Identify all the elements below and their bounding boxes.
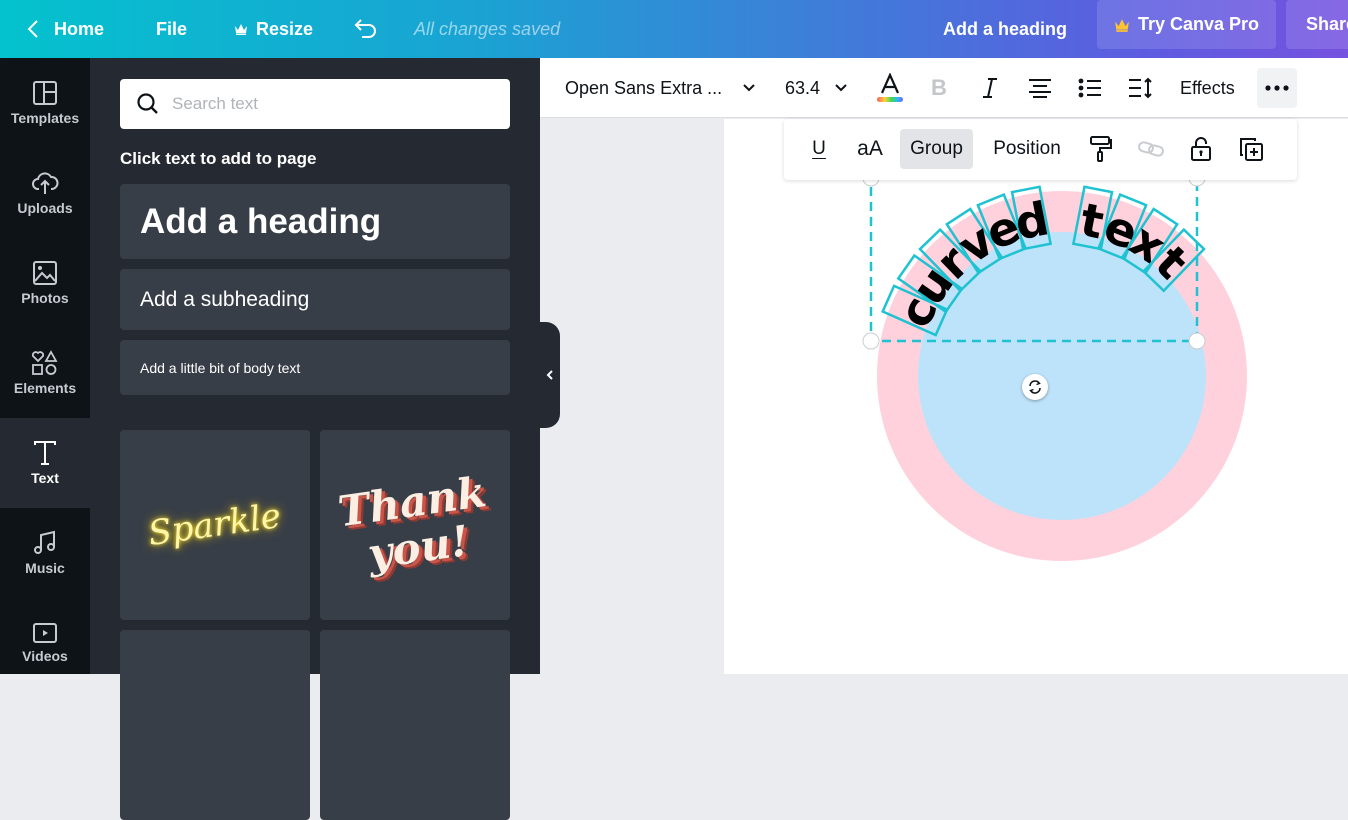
rotate-icon	[1029, 380, 1041, 394]
position-button[interactable]: Position	[987, 129, 1067, 169]
letter-case-button[interactable]: aA	[854, 129, 886, 169]
group-button[interactable]: Group	[900, 129, 973, 169]
design-canvas[interactable]: curved text	[0, 0, 1348, 674]
rotate-handle[interactable]	[1022, 374, 1048, 400]
resize-handle-bottom-right[interactable]	[1188, 332, 1206, 350]
floating-toolbar: U aA Group Position	[784, 119, 1297, 180]
unlock-icon	[1191, 137, 1211, 161]
duplicate-button[interactable]	[1236, 129, 1266, 169]
paint-roller-icon	[1090, 136, 1112, 162]
lock-button[interactable]	[1186, 129, 1216, 169]
resize-handle-bottom-left[interactable]	[862, 332, 880, 350]
duplicate-icon	[1240, 138, 1263, 161]
link-icon	[1138, 141, 1164, 157]
copy-style-button[interactable]	[1086, 129, 1116, 169]
underline-button[interactable]: U	[806, 129, 832, 169]
link-button[interactable]	[1136, 129, 1166, 169]
